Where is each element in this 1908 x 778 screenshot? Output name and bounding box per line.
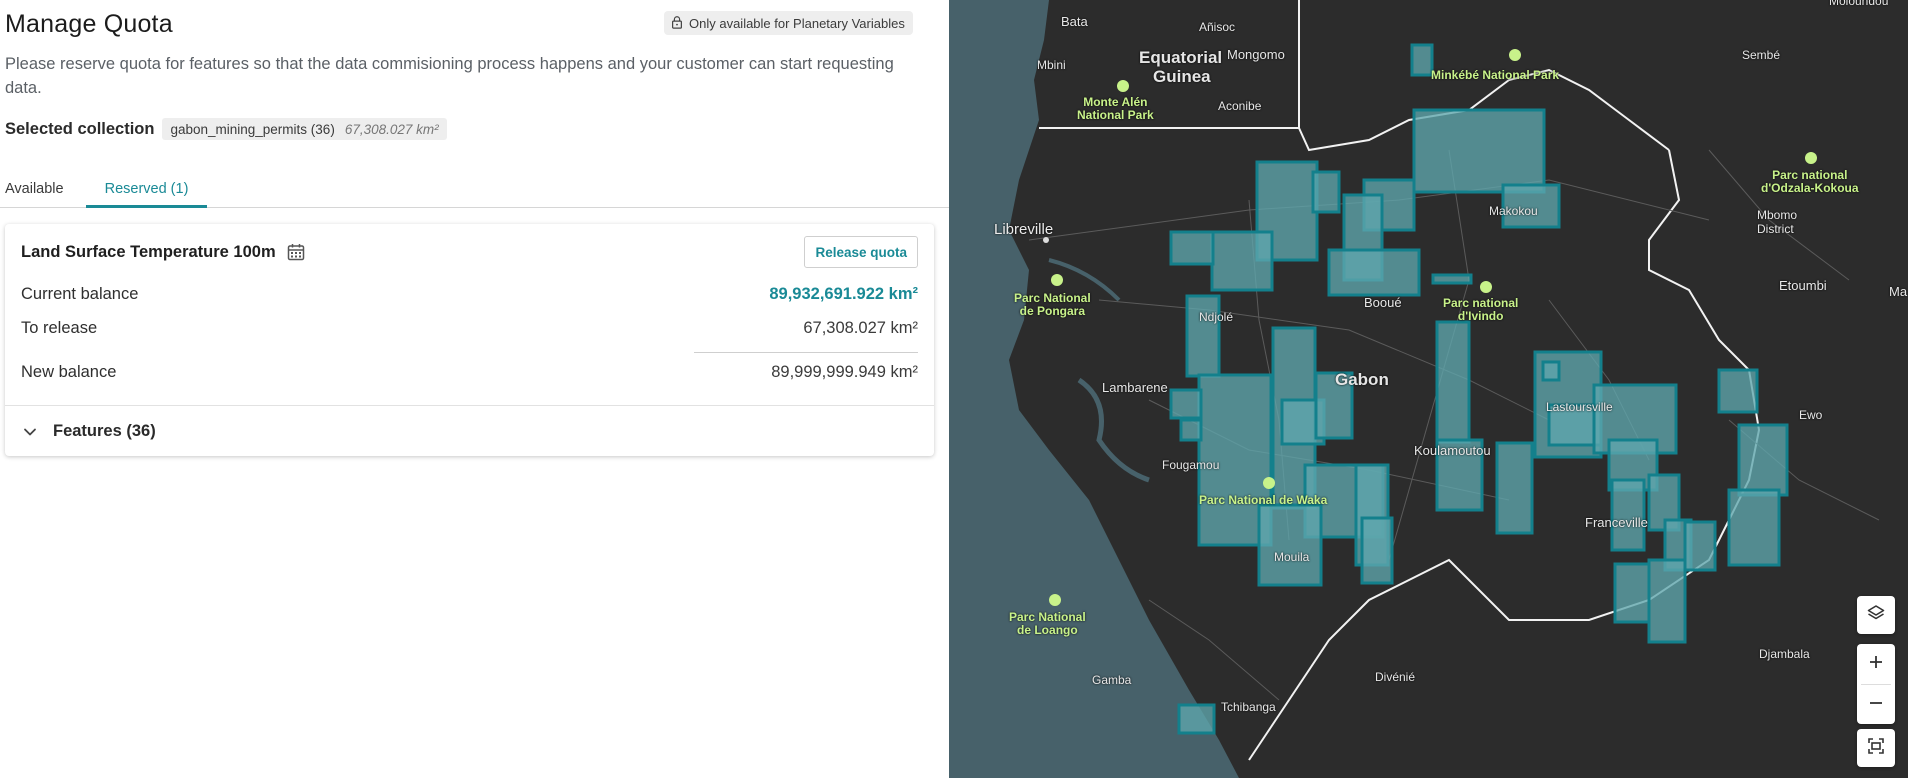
balance-divider [694,352,918,353]
features-accordion[interactable]: Features (36) [21,422,156,441]
map-label-ivindo: Parc national d'Ivindo [1443,296,1519,323]
map-label-koulamoutou: Koulamoutou [1414,443,1491,458]
map-label-ewo: Ewo [1799,408,1823,422]
map-label-bata: Bata [1061,14,1088,29]
release-quota-button[interactable]: Release quota [804,236,918,268]
layers-button[interactable] [1857,596,1895,634]
map-label-gabon: Gabon [1335,370,1389,389]
to-release-label: To release [21,319,98,337]
map-label-ma: Ma [1889,284,1908,299]
fit-bounds-icon [1866,736,1886,761]
map-label-loango: Parc National de Loango [1009,610,1086,637]
current-balance-value: 89,932,691.922 km² [769,285,918,303]
chevron-down-icon [21,423,39,441]
map-label-mbini: Mbini [1037,58,1066,72]
current-balance-row: Current balance 89,932,691.922 km² [21,285,918,304]
map-label-sembe: Sembé [1742,48,1781,62]
map-label-eq-guinea-1: Equatorial [1139,48,1223,67]
zoom-out-button[interactable] [1857,685,1895,725]
quota-panel: Manage Quota Only available for Planetar… [0,0,949,778]
map-label-libreville: Libreville [994,221,1054,238]
availability-badge: Only available for Planetary Variables [664,11,913,35]
calendar-icon[interactable] [286,242,306,262]
map-label-gamba: Gamba [1092,673,1132,687]
map-label-makokou: Makokou [1489,204,1538,218]
current-balance-label: Current balance [21,285,139,303]
selected-collection: Selected collection gabon_mining_permits… [5,118,447,140]
map-label-mouloundou: Moloundou [1829,0,1889,8]
fit-bounds-button[interactable] [1857,729,1895,767]
layers-icon [1866,603,1886,628]
new-balance-label: New balance [21,363,117,381]
lock-icon [670,15,684,32]
map-label-waka: Parc National de Waka [1199,493,1328,507]
to-release-value: 67,308.027 km² [803,319,918,337]
quota-product-name: Land Surface Temperature 100m [21,242,276,261]
map-label-etoumbi: Etoumbi [1779,278,1827,293]
new-balance-row: New balance 89,999,999.949 km² [21,363,918,382]
map-label-booue: Booué [1364,295,1402,310]
tab-reserved[interactable]: Reserved (1) [86,181,207,208]
map-label-odzala: Parc national d'Odzala-Kokoua [1761,168,1859,195]
availability-text: Only available for Planetary Variables [689,15,905,31]
map-label-fougamou: Fougamou [1162,458,1220,472]
map-view[interactable]: Bata Añisoc Mbini Equatorial Guinea Mong… [949,0,1908,778]
permit-polygons [1169,43,1789,735]
zoom-in-icon [1867,653,1885,676]
zoom-controls [1857,644,1895,724]
zoom-in-button[interactable] [1857,644,1895,684]
map-label-lastoursville: Lastoursville [1546,400,1613,414]
map-label-tchibanga: Tchibanga [1221,700,1276,714]
to-release-row: To release 67,308.027 km² [21,319,918,338]
collection-chip: gabon_mining_permits (36) 67,308.027 km² [162,118,447,140]
card-divider [5,405,934,406]
map-label-divenie: Divénié [1375,670,1416,684]
map-label-pongara: Parc National de Pongara [1014,291,1091,318]
quota-card-header: Land Surface Temperature 100m [21,242,306,262]
map-label-djambala: Djambala [1759,647,1810,661]
selected-collection-label: Selected collection [5,119,155,138]
map-label-lambarene: Lambarene [1102,380,1168,395]
collection-area: 67,308.027 km² [344,121,439,137]
map-label-anisoc: Añisoc [1199,20,1236,34]
map-label-monte-alen: Monte Alén National Park [1077,95,1154,122]
tab-available[interactable]: Available [5,181,64,208]
collection-name: gabon_mining_permits (36) [170,121,335,137]
river [1077,377,1150,483]
quota-tabs: Available Reserved (1) [0,175,949,208]
map-label-mouila: Mouila [1274,550,1310,564]
map-label-mbomo: Mbomo District [1757,208,1798,236]
map-label-minkebe: Minkébé National Park [1431,68,1560,82]
features-label: Features (36) [53,422,156,440]
zoom-out-icon [1867,694,1885,717]
map-label-mongomo: Mongomo [1227,47,1285,62]
page-description: Please reserve quota for features so tha… [5,55,894,97]
new-balance-value: 89,999,999.949 km² [771,363,918,381]
map-label-ndjole: Ndjolé [1199,310,1234,324]
map-label-eq-guinea-2: Guinea [1153,67,1211,86]
page-title: Manage Quota [5,10,173,38]
map-label-franceville: Franceville [1585,515,1648,530]
quota-card: Land Surface Temperature 100m Release qu… [5,224,934,456]
map-label-aconibe: Aconibe [1218,99,1262,113]
